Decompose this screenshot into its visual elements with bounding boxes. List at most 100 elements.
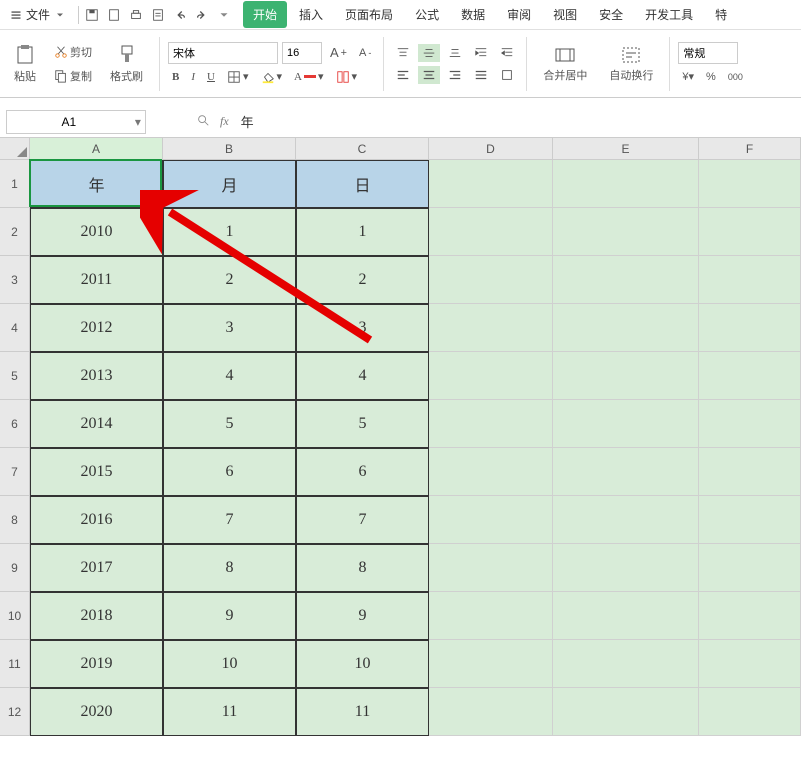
decrease-font-button[interactable]: A- [355, 45, 375, 61]
cell-F2[interactable] [699, 208, 801, 256]
cell-C12[interactable]: 11 [296, 688, 429, 736]
row-header-1[interactable]: 1 [0, 160, 30, 208]
another-button[interactable] [151, 8, 165, 22]
cell-B6[interactable]: 5 [163, 400, 296, 448]
cell-C2[interactable]: 1 [296, 208, 429, 256]
cancel-formula-button[interactable] [196, 113, 210, 130]
wrap-text-button[interactable]: 自动换行 [601, 41, 661, 87]
cell-D12[interactable] [429, 688, 553, 736]
cell-E1[interactable] [553, 160, 699, 208]
cell-A5[interactable]: 2013 [30, 352, 163, 400]
align-middle-button[interactable] [418, 44, 440, 62]
cell-E10[interactable] [553, 592, 699, 640]
formula-input[interactable]: 年 [241, 112, 254, 131]
cells-area[interactable]: 年月日2010112011222012332013442014552015662… [30, 160, 801, 736]
cell-E9[interactable] [553, 544, 699, 592]
fx-button[interactable]: fx [220, 114, 229, 129]
cell-D10[interactable] [429, 592, 553, 640]
number-format-select[interactable] [678, 42, 738, 64]
row-header-6[interactable]: 6 [0, 400, 30, 448]
cell-C1[interactable]: 日 [296, 160, 429, 208]
cell-C10[interactable]: 9 [296, 592, 429, 640]
cell-A8[interactable]: 2016 [30, 496, 163, 544]
column-header-E[interactable]: E [553, 138, 699, 160]
cell-D5[interactable] [429, 352, 553, 400]
cell-A2[interactable]: 2010 [30, 208, 163, 256]
cell-A10[interactable]: 2018 [30, 592, 163, 640]
justify-button[interactable] [470, 66, 492, 84]
cell-D2[interactable] [429, 208, 553, 256]
row-header-10[interactable]: 10 [0, 592, 30, 640]
currency-button[interactable]: ¥▾ [678, 68, 698, 85]
cell-E5[interactable] [553, 352, 699, 400]
column-header-B[interactable]: B [163, 138, 296, 160]
save-button[interactable] [85, 8, 99, 22]
font-size-select[interactable] [282, 42, 322, 64]
cut-button[interactable]: 剪切 [50, 42, 96, 62]
cell-C3[interactable]: 2 [296, 256, 429, 304]
cell-A1[interactable]: 年 [30, 160, 163, 208]
merge-center-button[interactable]: 合并居中 [535, 41, 595, 87]
cell-F6[interactable] [699, 400, 801, 448]
cell-D6[interactable] [429, 400, 553, 448]
tab-开发工具[interactable]: 开发工具 [635, 1, 703, 28]
font-family-select[interactable] [168, 42, 278, 64]
increase-indent-button[interactable] [470, 44, 492, 62]
row-header-3[interactable]: 3 [0, 256, 30, 304]
layout-button[interactable]: ▾ [332, 68, 362, 86]
tab-公式[interactable]: 公式 [405, 1, 449, 28]
copy-button[interactable]: 复制 [50, 66, 96, 86]
row-header-7[interactable]: 7 [0, 448, 30, 496]
row-header-9[interactable]: 9 [0, 544, 30, 592]
font-color-button[interactable]: A▾ [290, 68, 327, 85]
cell-B9[interactable]: 8 [163, 544, 296, 592]
cell-B10[interactable]: 9 [163, 592, 296, 640]
align-bottom-button[interactable] [444, 44, 466, 62]
print-preview-button[interactable] [107, 8, 121, 22]
cell-E4[interactable] [553, 304, 699, 352]
align-top-button[interactable] [392, 44, 414, 62]
cell-C4[interactable]: 3 [296, 304, 429, 352]
cell-B11[interactable]: 10 [163, 640, 296, 688]
name-box-input[interactable] [7, 115, 131, 129]
cell-F3[interactable] [699, 256, 801, 304]
name-box-dropdown[interactable]: ▾ [131, 115, 145, 129]
cell-A9[interactable]: 2017 [30, 544, 163, 592]
cell-E12[interactable] [553, 688, 699, 736]
cell-A7[interactable]: 2015 [30, 448, 163, 496]
select-all-corner[interactable] [0, 138, 30, 160]
file-menu-button[interactable]: 文件 [4, 2, 72, 27]
cell-C5[interactable]: 4 [296, 352, 429, 400]
cell-F12[interactable] [699, 688, 801, 736]
cell-E8[interactable] [553, 496, 699, 544]
cell-E6[interactable] [553, 400, 699, 448]
cell-D8[interactable] [429, 496, 553, 544]
row-header-11[interactable]: 11 [0, 640, 30, 688]
format-painter-button[interactable]: 格式刷 [102, 40, 151, 88]
row-header-12[interactable]: 12 [0, 688, 30, 736]
cell-B12[interactable]: 11 [163, 688, 296, 736]
cell-B1[interactable]: 月 [163, 160, 296, 208]
cell-B8[interactable]: 7 [163, 496, 296, 544]
italic-button[interactable]: I [187, 69, 199, 85]
cell-A3[interactable]: 2011 [30, 256, 163, 304]
paste-button[interactable]: 粘贴 [6, 40, 44, 88]
cell-C11[interactable]: 10 [296, 640, 429, 688]
cell-A11[interactable]: 2019 [30, 640, 163, 688]
tab-插入[interactable]: 插入 [289, 1, 333, 28]
name-box[interactable]: ▾ [6, 110, 146, 134]
cell-B4[interactable]: 3 [163, 304, 296, 352]
cell-E11[interactable] [553, 640, 699, 688]
cell-C8[interactable]: 7 [296, 496, 429, 544]
cell-F1[interactable] [699, 160, 801, 208]
percent-button[interactable]: % [702, 69, 720, 85]
cell-A12[interactable]: 2020 [30, 688, 163, 736]
comma-button[interactable]: 000 [724, 70, 747, 84]
fill-color-button[interactable]: ▾ [257, 68, 287, 86]
cell-F4[interactable] [699, 304, 801, 352]
cell-F9[interactable] [699, 544, 801, 592]
cell-C7[interactable]: 6 [296, 448, 429, 496]
tab-开始[interactable]: 开始 [243, 1, 287, 28]
cell-F7[interactable] [699, 448, 801, 496]
align-left-button[interactable] [392, 66, 414, 84]
